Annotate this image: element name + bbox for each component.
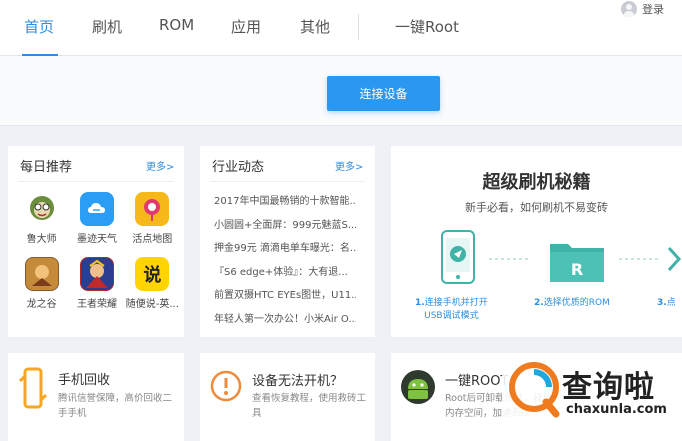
news-list: 2017年中国最畅销的十款智能... 小圆圆+全面屏：999元魅蓝S... 押金… [214, 190, 356, 331]
news-item[interactable]: 2017年中国最畅销的十款智能... [214, 190, 356, 214]
search-logo-icon [509, 362, 560, 418]
industry-news-card: 行业动态 更多> 2017年中国最畅销的十款智能... 小圆圆+全面屏：999元… [200, 146, 375, 337]
phone-recycle-icon [18, 367, 48, 409]
app-label: 王者荣耀 [76, 299, 117, 310]
top-nav: 首页 刷机 ROM 应用 其他 一键Root 登录 [0, 0, 682, 56]
step3-icon [667, 246, 682, 272]
watermark-brand: 查询啦 [562, 370, 655, 405]
news-item[interactable]: 前置双摄HTC EYEs图世，U11... [214, 284, 356, 308]
app-item-suibianshuo[interactable]: 说 随便说-英... [125, 257, 180, 310]
phone-recycle-title: 手机回收 [58, 373, 111, 388]
watermark-site: chaxunla.com [566, 402, 667, 417]
app-item-wangzhe[interactable]: 王者荣耀 [69, 257, 124, 310]
nav-rom[interactable]: ROM [159, 16, 194, 34]
daily-more-link[interactable]: 更多> [146, 158, 174, 173]
daily-recommend-card: 每日推荐 更多> 鲁大师 墨迹天气 活点地图 龙之谷 王者荣耀 说 随便说-英.… [8, 146, 184, 337]
phone-icon [441, 230, 475, 284]
folder-icon: R [550, 244, 604, 282]
promo-subtitle: 新手必看，如何刷机不易变砖 [465, 201, 608, 214]
login-link[interactable]: 登录 [621, 0, 664, 18]
device-rescue-desc: 查看恢复教程，使用救砖工具 [252, 393, 367, 419]
device-rescue-card[interactable]: 设备无法开机？ 查看恢复教程，使用救砖工具 [200, 353, 375, 441]
divider [210, 181, 365, 182]
nav-divider [358, 14, 359, 40]
login-label: 登录 [642, 3, 664, 16]
watermark: 查询啦 chaxunla.com [502, 356, 682, 441]
nav-home[interactable]: 首页 [24, 16, 54, 37]
suibianshuo-icon: 说 [135, 257, 170, 291]
moji-weather-icon [79, 192, 114, 226]
daily-recommend-title: 每日推荐 [20, 160, 73, 175]
ludashi-icon [24, 192, 59, 226]
one-click-root-title: 一键ROOT [445, 374, 509, 389]
news-item[interactable]: 押金99元 滴滴电单车曝光：名... [214, 237, 356, 261]
app-item-huodian-map[interactable]: 活点地图 [125, 192, 180, 245]
app-label: 龙之谷 [26, 299, 57, 310]
wangzhe-icon [79, 257, 114, 291]
folder-letter: R [571, 260, 583, 279]
arrow-icon [619, 258, 659, 260]
app-item-ludashi[interactable]: 鲁大师 [14, 192, 69, 245]
step-2-label: 2.选择优质的ROM [534, 298, 610, 308]
arrow-icon [489, 258, 531, 260]
step-1-label: 1.连接手机并打开 USB调试模式 [415, 298, 488, 321]
phone-recycle-card[interactable]: 手机回收 腾讯信誉保障，高价回收二手手机 [8, 353, 184, 441]
app-label: 墨迹天气 [76, 234, 117, 245]
nav-flash[interactable]: 刷机 [92, 16, 122, 37]
app-grid: 鲁大师 墨迹天气 活点地图 龙之谷 王者荣耀 说 随便说-英... [14, 192, 180, 310]
warning-icon [210, 370, 242, 402]
flash-guide-card[interactable]: 超级刷机秘籍 新手必看，如何刷机不易变砖 R 1.连接手机并打开 USB调试模式… [391, 146, 682, 337]
avatar-icon [621, 1, 637, 17]
phone-recycle-desc: 腾讯信誉保障，高价回收二手手机 [58, 393, 173, 419]
device-rescue-title: 设备无法开机？ [252, 374, 344, 389]
step-3-label: 3.点 [657, 298, 676, 308]
divider [18, 181, 174, 182]
longzhigu-icon [24, 257, 59, 291]
nav-other[interactable]: 其他 [300, 16, 330, 37]
app-item-moji-weather[interactable]: 墨迹天气 [69, 192, 124, 245]
industry-more-link[interactable]: 更多> [335, 158, 363, 173]
news-item[interactable]: 小圆圆+全面屏：999元魅蓝S... [214, 214, 356, 238]
industry-news-title: 行业动态 [212, 160, 265, 175]
app-label: 随便说-英... [125, 299, 179, 310]
promo-title: 超级刷机秘籍 [482, 172, 591, 193]
root-android-icon [401, 370, 435, 404]
news-item[interactable]: 年轻人第一次办公！小米Air O... [214, 308, 356, 332]
huodian-map-icon [135, 192, 170, 226]
app-label: 活点地图 [132, 234, 173, 245]
app-label: 鲁大师 [26, 234, 57, 245]
connect-device-button[interactable]: 连接设备 [327, 76, 440, 111]
app-item-longzhigu[interactable]: 龙之谷 [14, 257, 69, 310]
nav-apps[interactable]: 应用 [231, 16, 261, 37]
news-item[interactable]: 『S6 edge+体验』：大有退... [214, 261, 356, 285]
nav-root[interactable]: 一键Root [395, 16, 459, 37]
